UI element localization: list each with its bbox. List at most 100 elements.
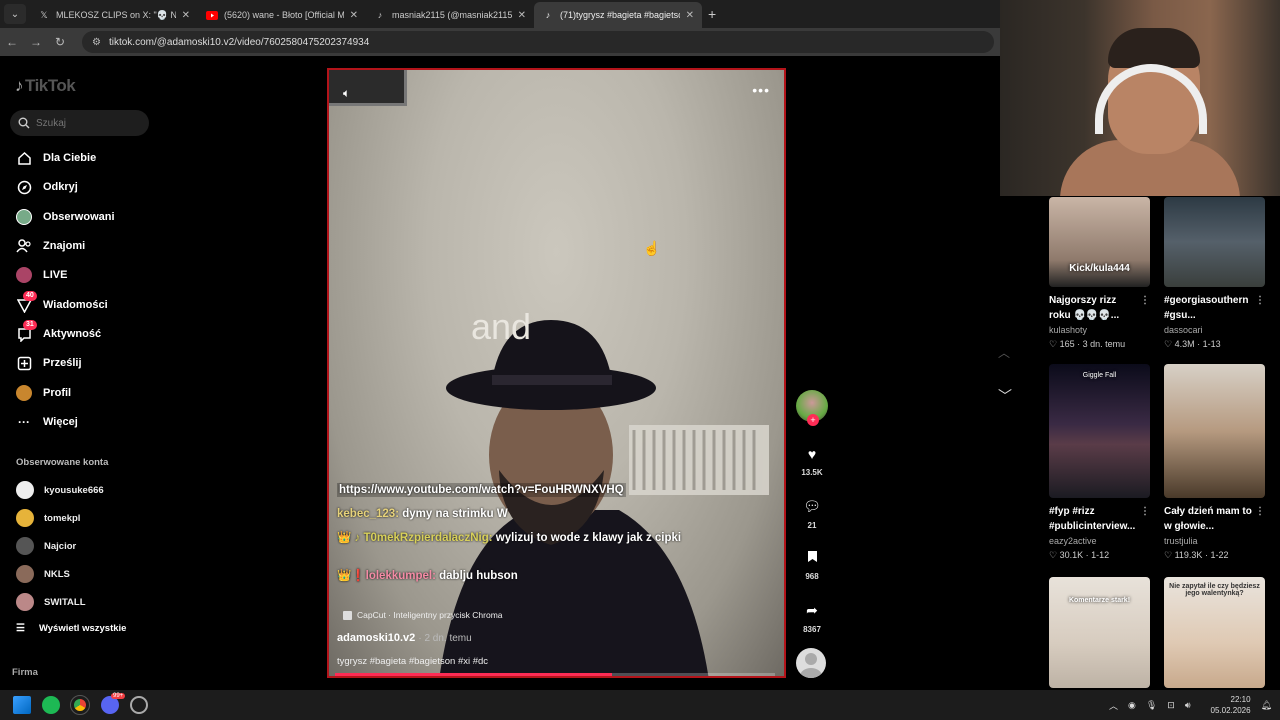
author-name[interactable]: adamoski10.v2 xyxy=(337,632,415,644)
followed-account[interactable]: kyousuke666 xyxy=(16,480,104,500)
tab-1[interactable]: 𝕏 MLEKOSZ CLIPS on X: "💀 NIE... ✕ xyxy=(30,2,198,28)
follow-plus-icon[interactable]: + xyxy=(807,414,819,426)
creator-avatar[interactable]: + xyxy=(793,390,831,426)
tab-4[interactable]: ♪ (71)tygrysz #bagieta #bagietso... ✕ xyxy=(534,2,702,28)
spotify-icon[interactable] xyxy=(42,696,60,714)
nav-label: LIVE xyxy=(43,269,68,281)
volume-icon[interactable]: 🔈︎ xyxy=(343,86,350,101)
forward-icon[interactable]: → xyxy=(24,35,48,49)
clock[interactable]: 22:10 05.02.2026 xyxy=(1201,694,1251,716)
home-icon xyxy=(16,150,32,166)
more-icon[interactable]: ⋮ xyxy=(1255,293,1265,308)
video-author[interactable]: dassocari xyxy=(1164,325,1265,335)
video-thumbnail[interactable]: Komentarze stark! xyxy=(1049,577,1150,688)
video-progress-fill xyxy=(335,673,613,676)
nav-label: Dla Ciebie xyxy=(43,152,97,164)
video-card[interactable]: #georgiasouthern #gsu... ⋮ dassocari ♡ 4.… xyxy=(1164,197,1265,350)
followed-account[interactable]: SWITALL xyxy=(16,592,86,612)
capcut-label[interactable]: CapCut · Inteligentny przycisk Chroma xyxy=(343,610,503,620)
tab-3[interactable]: ♪ masniak2115 (@masniak2115) ... ✕ xyxy=(366,2,534,28)
nav-label: Znajomi xyxy=(43,240,86,252)
obs-icon[interactable] xyxy=(130,696,148,714)
title-text: #georgiasouthern #gsu... xyxy=(1164,295,1249,321)
video-card[interactable]: Kick/kula444 Najgorszy rizz roku 💀💀💀... ⋮… xyxy=(1049,197,1150,350)
video-thumbnail[interactable]: Giggle Fall xyxy=(1049,364,1150,498)
speaker-icon[interactable]: 🔊︎ xyxy=(1185,700,1191,711)
close-icon[interactable]: ✕ xyxy=(518,10,526,21)
messages-badge: 40 xyxy=(23,291,37,301)
nav-following[interactable]: Obserwowani xyxy=(16,206,115,228)
tiktok-logo[interactable]: ♪ TikTok xyxy=(15,76,76,96)
more-icon[interactable]: ⋮ xyxy=(1140,293,1150,308)
more-icon[interactable]: ⋮ xyxy=(1255,504,1265,519)
nav-activity[interactable]: 31 Aktywność xyxy=(16,320,101,345)
share-count: 8367 xyxy=(803,625,821,634)
network-icon[interactable]: ⊡ xyxy=(1167,700,1175,711)
tray-discord-icon[interactable]: ◉ xyxy=(1128,700,1136,711)
chat-message: https://www.youtube.com/watch?v=FouHRWNX… xyxy=(337,483,626,497)
followed-account[interactable]: tomekpl xyxy=(16,508,80,528)
video-thumbnail[interactable]: Nie zapytał ile czy będziesz jego walent… xyxy=(1164,577,1265,688)
url-field[interactable]: ⚙ tiktok.com/@adamoski10.v2/video/760258… xyxy=(82,31,994,53)
chrome-icon[interactable] xyxy=(70,695,90,715)
nav-for-you[interactable]: Dla Ciebie xyxy=(16,147,96,169)
footer-company-link[interactable]: Firma xyxy=(12,667,38,678)
comment-button[interactable]: 💬︎ 21 xyxy=(793,498,831,530)
next-video-icon[interactable]: ﹀ xyxy=(998,386,1012,406)
close-icon[interactable]: ✕ xyxy=(350,10,358,21)
webcam-overlay xyxy=(1000,0,1280,196)
like-button[interactable]: ♥ 13.5K xyxy=(793,446,831,477)
video-card[interactable]: Cały dzień mam to w głowie... ⋮ trustjuli… xyxy=(1164,364,1265,561)
discord-badge: 99+ xyxy=(111,693,126,699)
video-author[interactable]: adamoski10.v2 · 2 dn. temu xyxy=(337,632,472,644)
close-icon[interactable]: ✕ xyxy=(182,10,190,21)
video-thumbnail[interactable]: Kick/kula444 xyxy=(1049,197,1150,287)
video-card[interactable]: Komentarze stark! xyxy=(1049,577,1150,688)
video-card[interactable]: Giggle Fall #fyp #rizz #publicinterview.… xyxy=(1049,364,1150,561)
clock-time: 22:10 xyxy=(1230,695,1251,704)
search-icon xyxy=(18,117,30,129)
windows-start-icon[interactable] xyxy=(13,696,31,714)
more-icon[interactable]: ⋮ xyxy=(1140,504,1150,519)
close-icon[interactable]: ✕ xyxy=(686,10,694,21)
notification-bell-icon[interactable]: 🔔︎ xyxy=(1261,700,1272,711)
nav-live[interactable]: LIVE xyxy=(16,264,67,286)
video-author[interactable]: kulashoty xyxy=(1049,325,1150,335)
nav-messages[interactable]: 40 Wiadomości xyxy=(16,291,108,316)
discord-icon[interactable]: 99+ xyxy=(101,693,126,714)
video-progress-bar[interactable] xyxy=(335,673,775,676)
video-author[interactable]: trustjulia xyxy=(1164,536,1265,546)
new-tab-button[interactable]: + xyxy=(708,6,716,22)
share-button[interactable]: ➦ 8367 xyxy=(793,602,831,634)
see-all-link[interactable]: ☰ Wyświetl wszystkie xyxy=(16,623,126,634)
user-avatar[interactable] xyxy=(796,648,826,678)
avatar xyxy=(16,565,34,583)
nav-profile[interactable]: Profil xyxy=(16,382,71,404)
search-box[interactable] xyxy=(10,110,149,136)
nav-friends[interactable]: Znajomi xyxy=(16,235,85,257)
tray-chevron-icon[interactable]: ︿ xyxy=(1109,699,1118,712)
share-icon: ➦ xyxy=(806,602,818,618)
video-thumbnail[interactable] xyxy=(1164,364,1265,498)
reload-icon[interactable]: ↻ xyxy=(48,35,72,49)
nav-more[interactable]: ··· Więcej xyxy=(16,411,78,433)
video-author[interactable]: eazy2active xyxy=(1049,536,1150,546)
video-card[interactable]: Nie zapytał ile czy będziesz jego walent… xyxy=(1164,577,1265,688)
nav-explore[interactable]: Odkryj xyxy=(16,176,78,198)
tab-search-button[interactable]: ⌄ xyxy=(4,4,26,24)
followed-account[interactable]: Najcior xyxy=(16,536,76,556)
search-input[interactable] xyxy=(36,117,136,129)
previous-video-icon[interactable]: ︿ xyxy=(998,344,1010,361)
video-thumbnail[interactable] xyxy=(1164,197,1265,287)
more-options-icon[interactable]: ••• xyxy=(752,82,770,98)
save-button[interactable]: 968 xyxy=(793,550,831,581)
site-info-icon[interactable]: ⚙ xyxy=(92,37,101,48)
tab-2[interactable]: (5620) wane - Błoto [Official M... ✕ xyxy=(198,2,366,28)
likes: 165 xyxy=(1059,339,1075,349)
video-stats: ♡ 4.3M · 1-13 xyxy=(1164,339,1221,349)
video-player[interactable]: 🔈︎ ••• and https://www.youtube.com/watch… xyxy=(327,68,786,678)
back-icon[interactable]: ← xyxy=(0,35,24,49)
microphone-icon[interactable]: 🎙︎ xyxy=(1146,700,1157,711)
followed-account[interactable]: NKLS xyxy=(16,564,70,584)
nav-upload[interactable]: Prześlij xyxy=(16,352,82,374)
